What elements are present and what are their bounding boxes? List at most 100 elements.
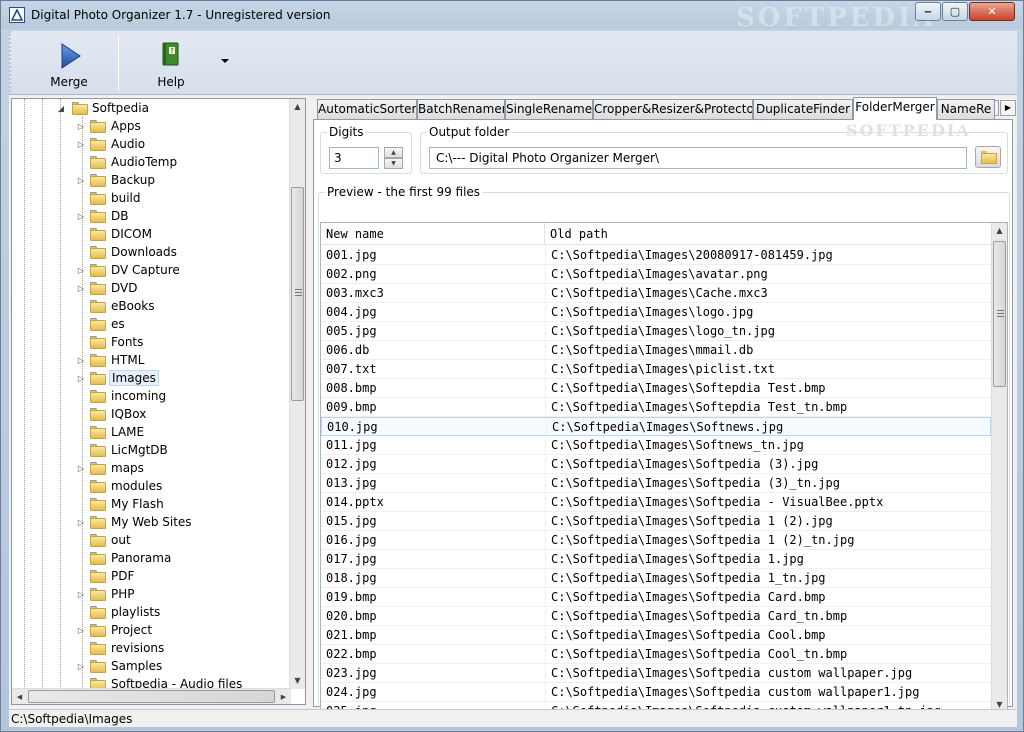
merge-button[interactable]: Merge xyxy=(41,35,97,91)
preview-list[interactable]: New name Old path 001.jpg C:\Softpedia\Im… xyxy=(320,222,1008,714)
scroll-left-icon[interactable]: ◀ xyxy=(12,689,27,704)
digits-stepper[interactable]: ▲ ▼ xyxy=(384,147,403,169)
tree-item[interactable]: ▷ DV Capture xyxy=(12,262,291,280)
table-row[interactable]: 019.bmp C:\Softpedia\Images\Softpedia Car… xyxy=(321,588,991,607)
digits-input[interactable]: 3 xyxy=(329,147,379,169)
expand-icon[interactable]: ▷ xyxy=(76,283,86,295)
tree-item[interactable]: ▷ Backup xyxy=(12,172,291,190)
scroll-up-icon[interactable]: ▲ xyxy=(290,99,305,115)
expand-icon[interactable]: ▷ xyxy=(76,373,86,385)
tree-item[interactable]: ▷ PHP xyxy=(12,586,291,604)
tab-singlerenamer[interactable]: SingleRenamer xyxy=(505,99,593,119)
expand-icon[interactable]: ▷ xyxy=(76,589,86,601)
scroll-thumb[interactable] xyxy=(291,187,304,401)
tree-item[interactable]: Downloads xyxy=(12,244,291,262)
tree-item[interactable]: revisions xyxy=(12,640,291,658)
tab-scroll-right-icon[interactable]: ▶ xyxy=(1000,100,1016,116)
scroll-thumb[interactable] xyxy=(28,690,275,703)
tree-item[interactable]: IQBox xyxy=(12,406,291,424)
table-row[interactable]: 006.db C:\Softpedia\Images\mmail.db xyxy=(321,341,991,360)
tab-cropper-resizer-protector[interactable]: Cropper&Resizer&Protector xyxy=(593,99,753,119)
table-row[interactable]: 009.bmp C:\Softpedia\Images\Softepdia Tes… xyxy=(321,398,991,417)
table-row[interactable]: 020.bmp C:\Softpedia\Images\Softpedia Car… xyxy=(321,607,991,626)
tab-batchrenamer[interactable]: BatchRenamer xyxy=(417,99,505,119)
table-row[interactable]: 018.jpg C:\Softpedia\Images\Softpedia 1_t… xyxy=(321,569,991,588)
tree-item[interactable]: playlists xyxy=(12,604,291,622)
tab-duplicatefinder[interactable]: DuplicateFinder xyxy=(753,99,853,119)
help-dropdown-arrow-icon[interactable] xyxy=(221,59,229,63)
tree-item[interactable]: ▷ Audio xyxy=(12,136,291,154)
table-row[interactable]: 017.jpg C:\Softpedia\Images\Softpedia 1.j… xyxy=(321,550,991,569)
tree-item[interactable]: incoming xyxy=(12,388,291,406)
tree-item[interactable]: ▷ Project xyxy=(12,622,291,640)
tree-item[interactable]: PDF xyxy=(12,568,291,586)
title-bar[interactable]: Digital Photo Organizer 1.7 - Unregister… xyxy=(1,1,1023,33)
close-button[interactable]: ✕ xyxy=(969,2,1015,21)
table-row[interactable]: 004.jpg C:\Softpedia\Images\logo.jpg xyxy=(321,303,991,322)
tree-item[interactable]: ▷ maps xyxy=(12,460,291,478)
table-row[interactable]: 021.bmp C:\Softpedia\Images\Softpedia Coo… xyxy=(321,626,991,645)
tree-item[interactable]: es xyxy=(12,316,291,334)
expand-icon[interactable]: ▷ xyxy=(76,661,86,673)
table-row[interactable]: 002.png C:\Softpedia\Images\avatar.png xyxy=(321,265,991,284)
tree-item[interactable]: ▷ DVD xyxy=(12,280,291,298)
expand-icon[interactable]: ▷ xyxy=(76,355,86,367)
tree-item[interactable]: ▷ HTML xyxy=(12,352,291,370)
tree-item[interactable]: ▷ Images xyxy=(12,370,291,388)
table-row[interactable]: 023.jpg C:\Softpedia\Images\Softpedia cus… xyxy=(321,664,991,683)
expand-icon[interactable]: ▷ xyxy=(76,139,86,151)
table-row[interactable]: 015.jpg C:\Softpedia\Images\Softpedia 1 (… xyxy=(321,512,991,531)
expand-icon[interactable]: ▷ xyxy=(76,517,86,529)
tab-automaticsorter[interactable]: AutomaticSorter xyxy=(317,99,417,119)
table-row[interactable]: 024.jpg C:\Softpedia\Images\Softpedia cus… xyxy=(321,683,991,702)
tree-item[interactable]: build xyxy=(12,190,291,208)
tree-item[interactable]: LAME xyxy=(12,424,291,442)
tree-item[interactable]: My Flash xyxy=(12,496,291,514)
column-header-old-path[interactable]: Old path xyxy=(545,223,991,245)
tree-item[interactable]: Fonts xyxy=(12,334,291,352)
tree-item[interactable]: eBooks xyxy=(12,298,291,316)
scroll-right-icon[interactable]: ▶ xyxy=(276,689,291,704)
browse-folder-button[interactable] xyxy=(975,146,1001,168)
tree-item[interactable]: ▷ Samples xyxy=(12,658,291,676)
table-row[interactable]: 008.bmp C:\Softpedia\Images\Softepdia Tes… xyxy=(321,379,991,398)
expand-icon[interactable]: ▷ xyxy=(76,175,86,187)
tree-item-softpedia[interactable]: ◢ Softpedia xyxy=(12,100,291,118)
tree-item[interactable]: AudioTemp xyxy=(12,154,291,172)
tree-item[interactable]: modules xyxy=(12,478,291,496)
tree-horizontal-scrollbar[interactable]: ◀ ▶ xyxy=(12,688,291,704)
collapse-icon[interactable]: ◢ xyxy=(56,103,66,115)
expand-icon[interactable]: ▷ xyxy=(76,625,86,637)
table-row[interactable]: 014.pptx C:\Softpedia\Images\Softpedia - … xyxy=(321,493,991,512)
tree-item[interactable]: Panorama xyxy=(12,550,291,568)
tree-item[interactable]: ▷ My Web Sites xyxy=(12,514,291,532)
table-row[interactable]: 022.bmp C:\Softpedia\Images\Softpedia Coo… xyxy=(321,645,991,664)
tab-namere[interactable]: NameRe xyxy=(937,99,995,119)
output-folder-field[interactable]: C:\--- Digital Photo Organizer Merger\ xyxy=(429,147,967,169)
minimize-button[interactable]: ‒ xyxy=(915,2,941,21)
table-row[interactable]: 007.txt C:\Softpedia\Images\piclist.txt xyxy=(321,360,991,379)
tree-item[interactable]: DICOM xyxy=(12,226,291,244)
table-row[interactable]: 005.jpg C:\Softpedia\Images\logo_tn.jpg xyxy=(321,322,991,341)
scroll-thumb[interactable] xyxy=(993,241,1006,387)
stepper-down-icon[interactable]: ▼ xyxy=(384,158,403,169)
maximize-button[interactable]: ▢ xyxy=(942,2,968,21)
tree-item[interactable]: ▷ Apps xyxy=(12,118,291,136)
list-vertical-scrollbar[interactable]: ▲ ▼ xyxy=(991,223,1007,713)
scroll-up-icon[interactable]: ▲ xyxy=(992,223,1007,239)
table-row[interactable]: 012.jpg C:\Softpedia\Images\Softpedia (3)… xyxy=(321,455,991,474)
table-row[interactable]: 016.jpg C:\Softpedia\Images\Softpedia 1 (… xyxy=(321,531,991,550)
table-row[interactable]: 010.jpg C:\Softpedia\Images\Softnews.jpg xyxy=(321,417,991,436)
help-button[interactable]: ? Help xyxy=(141,35,201,91)
table-row[interactable]: 013.jpg C:\Softpedia\Images\Softpedia (3)… xyxy=(321,474,991,493)
tree-item[interactable]: ▷ DB xyxy=(12,208,291,226)
table-row[interactable]: 001.jpg C:\Softpedia\Images\20080917-0814… xyxy=(321,246,991,265)
tree-vertical-scrollbar[interactable]: ▲ ▼ xyxy=(289,99,305,689)
expand-icon[interactable]: ▷ xyxy=(76,121,86,133)
expand-icon[interactable]: ▷ xyxy=(76,463,86,475)
stepper-up-icon[interactable]: ▲ xyxy=(384,147,403,158)
tree-item[interactable]: LicMgtDB xyxy=(12,442,291,460)
scroll-down-icon[interactable]: ▼ xyxy=(290,673,305,689)
column-header-new-name[interactable]: New name xyxy=(321,223,545,245)
tab-foldermerger[interactable]: FolderMerger xyxy=(853,97,937,120)
